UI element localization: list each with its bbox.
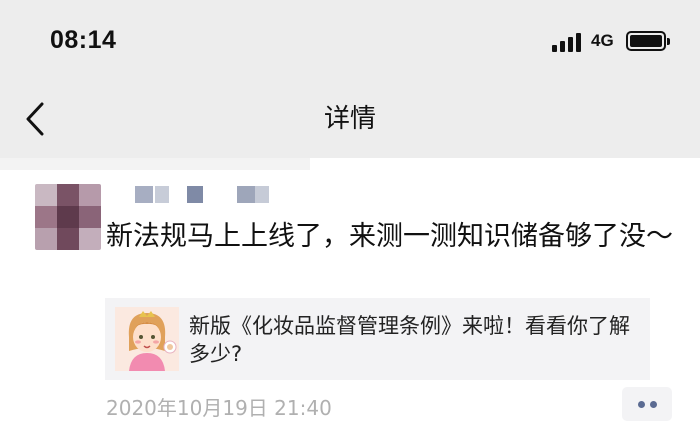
more-dots-icon <box>638 401 645 408</box>
post-text: 新法规马上上线了，来测一测知识储备够了没～ <box>106 221 673 252</box>
status-time: 08:14 <box>50 26 117 54</box>
nav-bar: 详情 <box>0 80 700 158</box>
status-bar: 08:14 4G <box>0 0 700 80</box>
header-divider <box>0 158 310 170</box>
link-card[interactable]: 新版《化妆品监督管理条例》来啦！看看你了解多少? <box>105 298 650 380</box>
avatar[interactable] <box>35 184 101 250</box>
link-card-title: 新版《化妆品监督管理条例》来啦！看看你了解多少? <box>189 314 630 366</box>
more-button[interactable] <box>622 387 672 421</box>
network-type: 4G <box>591 31 614 50</box>
battery-icon <box>626 31 670 51</box>
post-timestamp: 2020年10月19日 21:40 <box>106 396 332 420</box>
signal-icon <box>552 32 584 52</box>
link-card-thumbnail <box>115 307 179 371</box>
page-title: 详情 <box>323 104 376 134</box>
username-blurred[interactable] <box>135 186 275 204</box>
